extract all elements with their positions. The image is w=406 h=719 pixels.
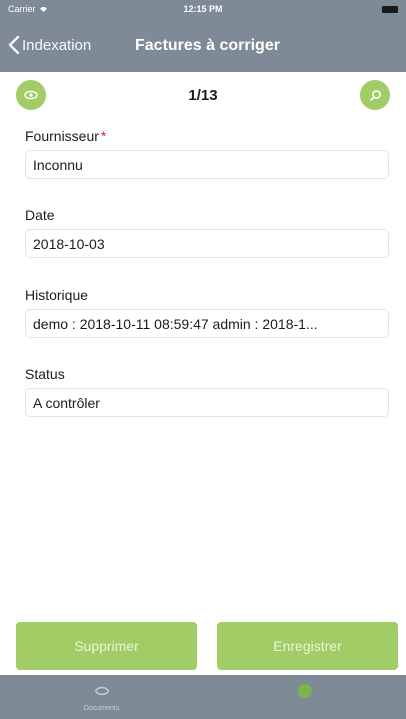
tab-bar: Documents xyxy=(0,675,406,719)
page-title: Factures à corriger xyxy=(135,37,280,54)
tab-active[interactable] xyxy=(203,675,406,719)
status-bar: Carrier 12:15 PM xyxy=(0,0,406,20)
back-button[interactable]: Indexation xyxy=(8,36,91,54)
date-label: Date xyxy=(25,207,55,223)
clock: 12:15 PM xyxy=(183,4,223,14)
save-button[interactable]: Enregistrer xyxy=(217,622,398,670)
page-counter: 1/13 xyxy=(188,87,218,104)
dot-icon xyxy=(297,684,312,698)
date-field[interactable]: 2018-10-03 xyxy=(25,229,389,258)
tab-documents[interactable]: Documents xyxy=(0,675,203,719)
search-icon xyxy=(369,89,381,101)
chevron-left-icon xyxy=(8,36,20,54)
eye-icon xyxy=(94,686,109,696)
document-toolbar: 1/13 xyxy=(0,72,406,120)
status-field[interactable]: A contrôler xyxy=(25,388,389,417)
delete-button[interactable]: Supprimer xyxy=(16,622,197,670)
navigation-bar: Indexation Factures à corriger xyxy=(0,20,406,72)
battery-icon xyxy=(382,6,398,13)
search-button[interactable] xyxy=(360,80,390,110)
supplier-label: Fournisseur * xyxy=(25,128,107,144)
required-marker: * xyxy=(100,128,107,144)
back-label: Indexation xyxy=(22,36,92,54)
status-label: Status xyxy=(25,366,65,382)
supplier-field[interactable]: Inconnu xyxy=(25,150,389,179)
history-label: Historique xyxy=(25,287,89,303)
tab-documents-label: Documents xyxy=(83,705,120,712)
history-field[interactable]: demo : 2018-10-11 08:59:47 admin : 2018-… xyxy=(25,309,389,338)
